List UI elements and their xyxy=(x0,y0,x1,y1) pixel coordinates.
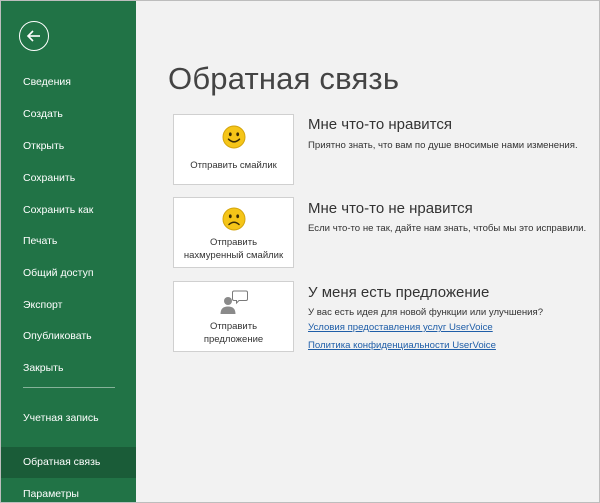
sidebar-item-save[interactable]: Сохранить xyxy=(1,171,136,185)
backstage-window: Сведения Создать Открыть Сохранить Сохра… xyxy=(0,0,600,503)
send-frown-button[interactable]: Отправить нахмуренный смайлик xyxy=(173,197,294,268)
uservoice-terms-link[interactable]: Условия предоставления услуг UserVoice xyxy=(308,322,493,333)
sidebar-item-new[interactable]: Создать xyxy=(1,107,136,121)
dislike-section-title: Мне что-то не нравится xyxy=(308,200,473,217)
sidebar-item-options[interactable]: Параметры xyxy=(1,487,136,501)
dislike-section-description: Если что-то не так, дайте нам знать, что… xyxy=(308,223,587,234)
like-section-description: Приятно знать, что вам по душе вносимые … xyxy=(308,140,578,151)
sidebar-item-share[interactable]: Общий доступ xyxy=(1,266,136,280)
send-suggestion-label-line1: Отправить xyxy=(209,321,258,332)
send-suggestion-button[interactable]: Отправить предложение xyxy=(173,281,294,352)
like-section-title: Мне что-то нравится xyxy=(308,116,452,133)
sidebar-item-publish[interactable]: Опубликовать xyxy=(1,329,136,343)
sidebar-item-print[interactable]: Печать xyxy=(1,234,136,248)
suggestion-section-description: У вас есть идея для новой функции или ул… xyxy=(308,307,544,318)
page-title: Обратная связь xyxy=(168,61,400,96)
sidebar-item-open[interactable]: Открыть xyxy=(1,139,136,153)
sidebar-item-info[interactable]: Сведения xyxy=(1,75,136,89)
send-frown-label-line2: нахмуренный смайлик xyxy=(183,250,284,261)
suggestion-section-title: У меня есть предложение xyxy=(308,284,490,301)
sidebar-item-close[interactable]: Закрыть xyxy=(1,361,136,375)
smiley-face-icon xyxy=(222,125,245,149)
sidebar-item-export[interactable]: Экспорт xyxy=(1,298,136,312)
sidebar-item-save-as[interactable]: Сохранить как xyxy=(1,203,136,217)
back-button[interactable] xyxy=(19,21,49,51)
frown-face-icon xyxy=(222,207,245,231)
sidebar-divider xyxy=(23,387,115,388)
arrow-left-icon xyxy=(26,30,40,42)
sidebar-item-feedback[interactable]: Обратная связь xyxy=(1,447,136,478)
person-speech-bubble-icon xyxy=(220,290,248,314)
uservoice-privacy-link[interactable]: Политика конфиденциальности UserVoice xyxy=(308,340,496,351)
sidebar-item-account[interactable]: Учетная запись xyxy=(1,410,101,427)
send-suggestion-label-line2: предложение xyxy=(203,334,264,345)
send-frown-label-line1: Отправить xyxy=(209,237,258,248)
main-panel: Обратная связь Отправить смайлик Мне что… xyxy=(136,1,599,502)
backstage-sidebar: Сведения Создать Открыть Сохранить Сохра… xyxy=(1,1,136,502)
send-smile-button[interactable]: Отправить смайлик xyxy=(173,114,294,185)
send-smile-label: Отправить смайлик xyxy=(190,160,277,171)
